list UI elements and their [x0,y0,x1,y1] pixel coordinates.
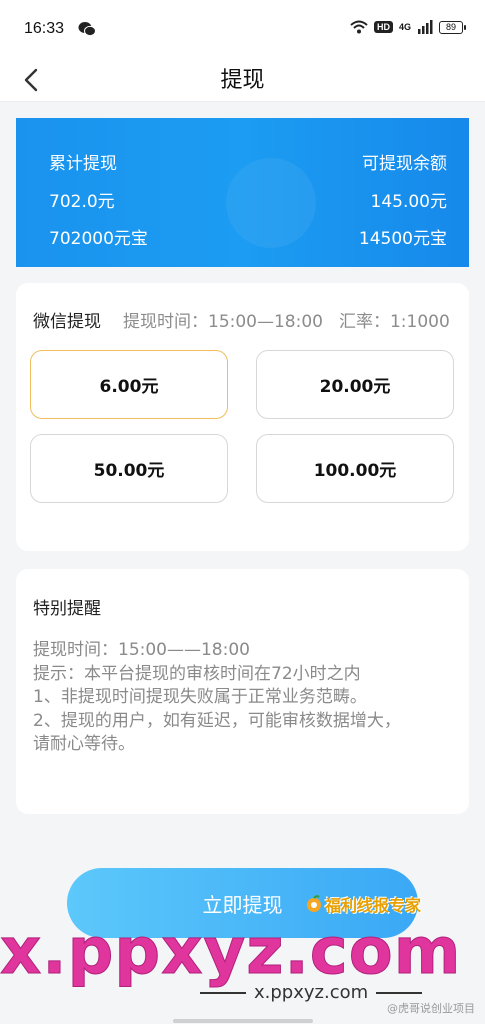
total-withdrawn-label: 累计提现 [49,154,117,174]
available-balance-yuan: 145.00元 [370,192,447,212]
wechat-icon [78,22,96,37]
amount-option-label: 100.00元 [313,461,397,481]
brand-logo-icon [307,895,321,912]
hd-badge: HD [373,21,393,33]
available-balance-bao: 14500元宝 [358,229,447,249]
amount-option-label: 6.00元 [99,377,159,397]
available-balance-label: 可提现余额 [362,154,447,174]
watermark-credit: @虎哥说创业项目 [387,1002,475,1015]
exchange-rate-info: 汇率：1:1000 [338,312,450,332]
total-withdrawn-yuan: 702.0元 [49,192,115,212]
watermark-divider [376,991,423,994]
watermark-small-text: x.ppxyz.com [254,982,369,1003]
watermark-large-text: x.ppxyz.com [0,915,462,990]
withdraw-info: 提现时间：15:00—18:00 汇率：1:1000 [123,307,450,332]
balance-card: 累计提现 702.0元 702000元宝 可提现余额 145.00元 14500… [16,118,469,267]
wifi-icon [350,20,368,34]
battery-indicator: 89 [439,20,466,34]
status-time: 16:33 [24,20,65,37]
amount-option[interactable]: 6.00元 [30,350,228,419]
status-indicators: HD 4G 89 [350,20,466,34]
reminder-line: 提现时间：15:00——18:00 [33,640,250,660]
reminder-line: 提示：本平台提现的审核时间在72小时之内 [33,663,361,684]
total-withdrawn-bao: 702000元宝 [49,229,148,249]
status-bar: 16:33 HD 4G 89 [0,0,485,58]
home-indicator[interactable] [173,1019,313,1023]
reminder-title: 特别提醒 [33,599,101,619]
watermark-divider [200,991,246,994]
amount-option[interactable]: 50.00元 [30,434,228,503]
network-label: 4G [398,22,411,32]
reminder-card: 特别提醒 提现时间：15:00——18:00 提示：本平台提现的审核时间在72小… [16,569,469,814]
withdraw-options-card: 微信提现 提现时间：15:00—18:00 汇率：1:1000 6.00元 20.… [16,283,469,551]
withdraw-method-title: 微信提现 [33,312,101,332]
reminder-line: 请耐心等待。 [33,734,135,754]
withdraw-time-info: 提现时间：15:00—18:00 [123,312,323,332]
reminder-line: 2、提现的用户，如有延迟，可能审核数据增大， [33,710,401,731]
amount-option[interactable]: 20.00元 [256,350,454,419]
reminder-line: 1、非提现时间提现失败属于正常业务范畴。 [33,687,367,707]
card-decoration [226,158,316,248]
withdraw-now-label: 立即提现 [202,892,283,917]
amount-option[interactable]: 100.00元 [256,434,454,503]
watermark-brand: 福利线报专家 [305,892,421,916]
amount-option-label: 50.00元 [93,461,165,481]
page-title: 提现 [220,68,265,93]
watermark-brand-text: 福利线报专家 [325,896,422,915]
nav-bar: 提现 [0,58,485,102]
amount-option-label: 20.00元 [319,377,391,397]
signal-icon [418,20,433,34]
reminder-text: 提现时间：15:00——18:00 提示：本平台提现的审核时间在72小时之内 1… [33,639,458,757]
